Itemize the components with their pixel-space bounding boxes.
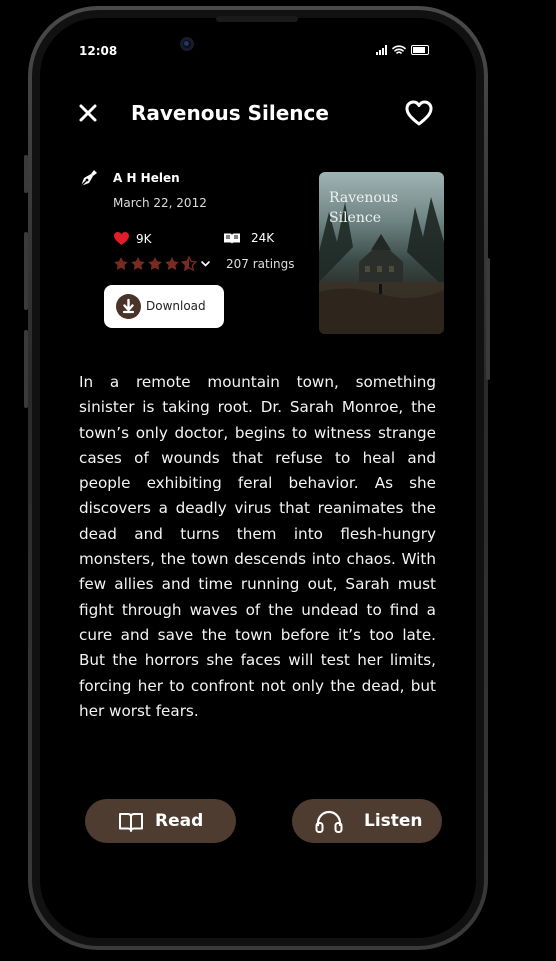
status-time: 12:08 [79, 44, 118, 58]
pen-icon [80, 170, 97, 187]
star-icon [148, 257, 162, 270]
star-icon [165, 257, 179, 270]
status-icons [376, 45, 429, 55]
close-icon[interactable] [77, 102, 99, 124]
page-title: Ravenous Silence [131, 101, 329, 125]
download-button[interactable]: Download [104, 285, 224, 328]
side-button-action [24, 155, 28, 193]
side-button-power [486, 258, 490, 380]
earpiece-speaker [216, 16, 298, 22]
listen-label: Listen [364, 811, 423, 831]
headphones-icon [315, 810, 343, 833]
heart-icon [114, 232, 129, 245]
author-name[interactable]: A H Helen [113, 171, 180, 185]
publish-date: March 22, 2012 [113, 196, 207, 210]
cover-title-line-1: Ravenous [329, 190, 399, 206]
listen-button[interactable]: Listen [292, 799, 442, 843]
star-icon [114, 257, 128, 270]
side-button-volume-up [24, 232, 28, 310]
signal-icon [376, 45, 387, 55]
ratings-count[interactable]: 207 ratings [226, 257, 295, 271]
heart-outline-icon[interactable] [404, 99, 434, 127]
likes-count: 9K [136, 232, 152, 246]
star-rating [113, 256, 197, 272]
book-cover[interactable]: Ravenous Silence [319, 172, 444, 334]
download-label: Download [146, 299, 206, 313]
cover-title: Ravenous Silence [329, 188, 398, 228]
cover-title-line-2: Silence [329, 210, 381, 226]
front-camera [180, 37, 194, 51]
chevron-down-icon[interactable] [200, 258, 211, 269]
download-icon [116, 294, 141, 319]
battery-icon [411, 45, 429, 55]
star-icon [131, 257, 145, 270]
star-half-icon [181, 256, 197, 272]
wifi-icon [392, 45, 406, 54]
open-book-icon [224, 233, 240, 244]
book-icon [119, 813, 143, 832]
read-label: Read [155, 811, 204, 831]
reads-count: 24K [251, 231, 275, 245]
read-button[interactable]: Read [85, 799, 236, 843]
book-description: In a remote mountain town, something sin… [79, 373, 436, 720]
side-button-volume-down [24, 330, 28, 408]
